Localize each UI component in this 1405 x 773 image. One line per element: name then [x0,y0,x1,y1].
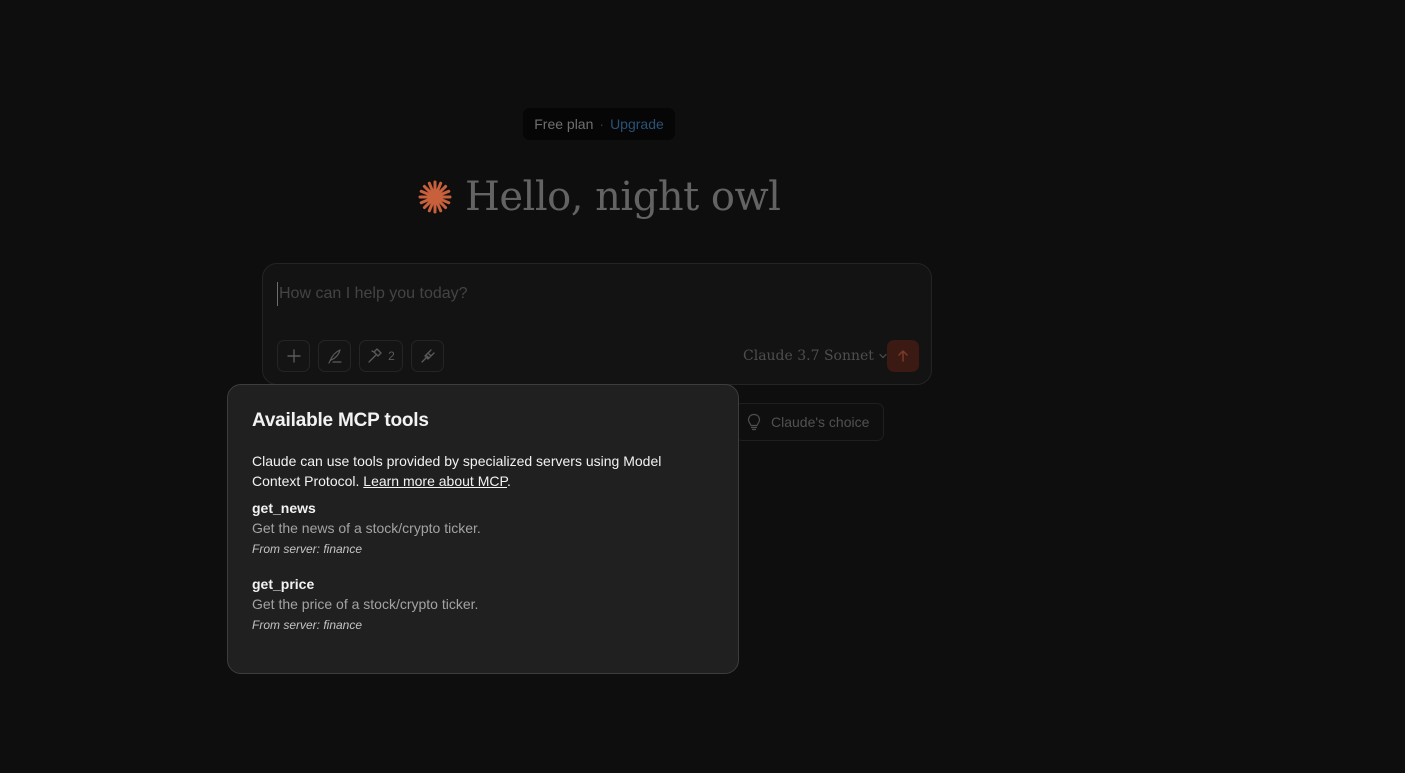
tools-count: 2 [388,349,395,363]
plus-icon [286,349,301,363]
popover-description-suffix: . [507,473,511,489]
arrow-up-icon [898,350,908,362]
claude-choice-label: Claude's choice [771,414,870,430]
claude-choice-chip[interactable]: Claude's choice [735,403,884,441]
greeting-title: Hello, night owl [465,174,781,220]
tools-button[interactable]: 2 [359,340,403,372]
model-selector[interactable]: Claude 3.7 Sonnet [743,344,888,368]
send-button[interactable] [887,340,919,372]
page: Free plan · Upgrade Hello, night owl How… [0,0,1405,773]
tool-name: get_news [252,500,316,516]
tool-description: Get the price of a stock/crypto ticker. [252,596,479,612]
asterisk-icon [418,180,452,214]
plug-icon [420,349,435,363]
prompt-input[interactable] [277,282,921,306]
mcp-tool-item: get_news Get the news of a stock/crypto … [252,499,712,557]
hammer-icon [368,348,382,363]
upgrade-link[interactable]: Upgrade [610,116,664,132]
plan-separator: · [599,116,605,132]
tool-name: get_price [252,576,315,592]
quill-icon [327,349,342,364]
style-button[interactable] [318,340,351,372]
plan-label: Free plan [534,116,594,132]
popover-title: Available MCP tools [252,410,429,431]
popover-description: Claude can use tools provided by special… [252,451,692,491]
tool-server: From server: finance [252,618,363,632]
plan-badge: Free plan · Upgrade [523,108,675,140]
composer: 2 Claude 3.7 Sonnet [262,263,932,385]
attach-button[interactable] [277,340,310,372]
mcp-tool-item: get_price Get the price of a stock/crypt… [252,575,712,633]
greeting: Hello, night owl [417,170,781,224]
model-label: Claude 3.7 Sonnet [743,348,874,364]
integrations-button[interactable] [411,340,444,372]
lightbulb-icon [747,413,761,431]
learn-more-mcp-link[interactable]: Learn more about MCP [363,473,507,489]
tool-description: Get the news of a stock/crypto ticker. [252,520,481,536]
mcp-tools-popover: Available MCP tools Claude can use tools… [227,384,739,674]
tool-server: From server: finance [252,542,363,556]
